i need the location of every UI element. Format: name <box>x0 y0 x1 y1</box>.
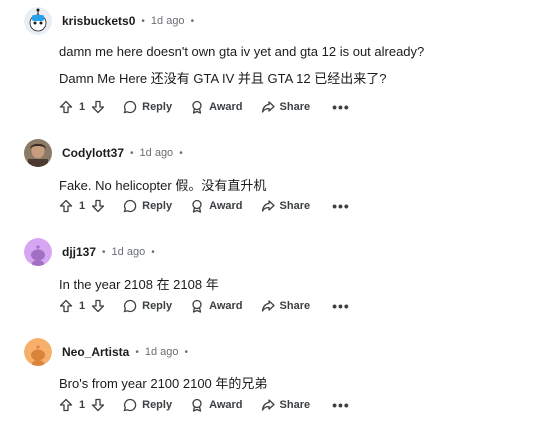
vote-count: 1 <box>79 399 86 411</box>
share-label: Share <box>279 101 311 113</box>
separator-dot: • <box>179 147 183 159</box>
share-button[interactable]: Share <box>261 199 311 213</box>
share-label: Share <box>279 399 311 411</box>
share-button[interactable]: Share <box>261 398 311 412</box>
reply-label: Reply <box>142 300 173 312</box>
share-arrow-icon <box>261 100 275 114</box>
reply-label: Reply <box>142 101 173 113</box>
author-name[interactable]: Codylott37 <box>62 146 124 160</box>
vote-count: 1 <box>79 200 86 212</box>
comment-header: djj137 • 1d ago • <box>24 237 161 267</box>
action-bar: 1 Reply Award Share ••• <box>59 393 350 417</box>
avatar[interactable] <box>24 238 52 266</box>
award-icon <box>190 398 204 412</box>
avatar[interactable] <box>24 338 52 366</box>
reply-button[interactable]: Reply <box>123 398 172 412</box>
comment-header: Codylott37 • 1d ago • <box>24 138 189 168</box>
share-arrow-icon <box>261 199 275 213</box>
more-options-icon[interactable]: ••• <box>332 99 350 115</box>
comment-translation: Damn Me Here 还没有 GTA IV 并且 GTA 12 已经出来了? <box>59 71 387 86</box>
award-button[interactable]: Award <box>190 398 243 412</box>
author-name[interactable]: Neo_Artista <box>62 345 129 359</box>
comment-bubble-icon <box>123 398 137 412</box>
more-options-icon[interactable]: ••• <box>332 298 350 314</box>
vote-count: 1 <box>79 101 86 113</box>
comment-header: krisbuckets0 • 1d ago • <box>24 6 200 36</box>
share-button[interactable]: Share <box>261 100 311 114</box>
upvote-icon[interactable] <box>59 398 73 412</box>
award-button[interactable]: Award <box>190 100 243 114</box>
avatar[interactable] <box>24 7 52 35</box>
separator-dot: • <box>190 15 195 27</box>
downvote-icon[interactable] <box>91 398 105 412</box>
award-button[interactable]: Award <box>190 199 243 213</box>
reply-button[interactable]: Reply <box>123 100 172 114</box>
downvote-icon[interactable] <box>91 199 105 213</box>
upvote-icon[interactable] <box>59 199 73 213</box>
vote-control: 1 <box>59 199 105 213</box>
separator-dot: • <box>130 147 134 159</box>
separator-dot: • <box>141 15 145 27</box>
comment-bubble-icon <box>123 199 137 213</box>
more-options-icon[interactable]: ••• <box>332 397 350 413</box>
action-bar: 1 Reply Award Share ••• <box>59 194 350 218</box>
author-name[interactable]: djj137 <box>62 245 96 259</box>
downvote-icon[interactable] <box>91 299 105 313</box>
share-label: Share <box>279 200 311 212</box>
vote-control: 1 <box>59 398 105 412</box>
comment-text: In the year 2108 在 2108 年 <box>59 277 219 292</box>
timestamp: 1d ago <box>139 147 174 159</box>
reply-label: Reply <box>142 200 173 212</box>
vote-control: 1 <box>59 299 105 313</box>
timestamp: 1d ago <box>144 346 179 358</box>
comment-bubble-icon <box>123 100 137 114</box>
share-label: Share <box>279 300 311 312</box>
award-label: Award <box>209 300 243 312</box>
avatar[interactable] <box>24 139 52 167</box>
more-options-icon[interactable]: ••• <box>332 198 350 214</box>
separator-dot: • <box>184 346 189 358</box>
timestamp: 1d ago <box>150 15 185 27</box>
comment-bubble-icon <box>123 299 137 313</box>
award-label: Award <box>209 200 243 212</box>
reply-label: Reply <box>142 399 173 411</box>
award-label: Award <box>209 399 243 411</box>
timestamp: 1d ago <box>111 246 146 258</box>
upvote-icon[interactable] <box>59 299 73 313</box>
vote-control: 1 <box>59 100 105 114</box>
separator-dot: • <box>102 246 106 258</box>
comment-text: Fake. No helicopter 假。没有直升机 <box>59 178 267 193</box>
award-icon <box>190 100 204 114</box>
share-arrow-icon <box>261 299 275 313</box>
reply-button[interactable]: Reply <box>123 299 172 313</box>
action-bar: 1 Reply Award Share ••• <box>59 95 350 119</box>
comment-header: Neo_Artista • 1d ago • <box>24 337 194 367</box>
downvote-icon[interactable] <box>91 100 105 114</box>
author-name[interactable]: krisbuckets0 <box>62 14 135 28</box>
award-button[interactable]: Award <box>190 299 243 313</box>
reply-button[interactable]: Reply <box>123 199 172 213</box>
comment-text: damn me here doesn't own gta iv yet and … <box>59 44 425 59</box>
upvote-icon[interactable] <box>59 100 73 114</box>
award-icon <box>190 299 204 313</box>
separator-dot: • <box>151 246 155 258</box>
award-label: Award <box>209 101 243 113</box>
action-bar: 1 Reply Award Share ••• <box>59 294 350 318</box>
share-button[interactable]: Share <box>261 299 311 313</box>
award-icon <box>190 199 204 213</box>
share-arrow-icon <box>261 398 275 412</box>
vote-count: 1 <box>79 300 86 312</box>
comment-text: Bro's from year 2100 2100 年的兄弟 <box>59 376 268 391</box>
separator-dot: • <box>135 346 139 358</box>
